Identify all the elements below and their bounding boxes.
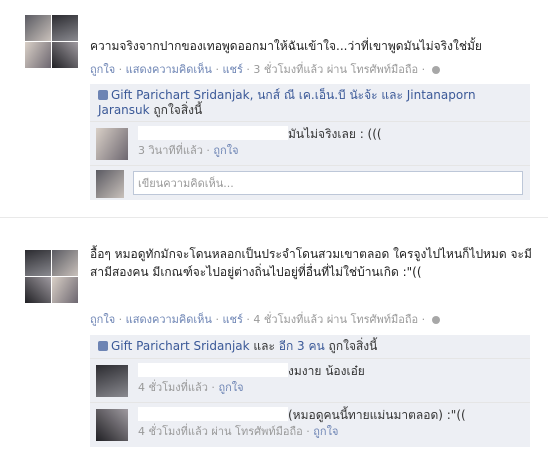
redacted-name [138, 363, 288, 377]
liker-link[interactable]: Gift Parichart Sridanjak [111, 339, 250, 353]
post-divider [0, 217, 548, 218]
feedback-box: Gift Parichart Sridanjak, นกส์ ณี เค.เอ็… [90, 84, 530, 200]
comment-link[interactable]: แสดงความคิดเห็น [126, 313, 212, 326]
likes-summary: Gift Parichart Sridanjak, นกส์ ณี เค.เอ็… [90, 84, 530, 122]
share-link[interactable]: แชร์ [222, 63, 242, 76]
comment-like-link[interactable]: ถูกใจ [213, 144, 238, 157]
thumbs-up-icon [98, 341, 108, 351]
profile-picture[interactable] [25, 250, 78, 303]
post-timestamp: · 4 ชั่วโมงที่แล้ว ผ่าน โทรศัพท์มือถือ · [242, 313, 429, 326]
post-meta: ถูกใจ · แสดงความคิดเห็น · แชร์ · 4 ชั่วโ… [90, 310, 440, 328]
comment-input[interactable] [133, 171, 523, 195]
feedback-box: Gift Parichart Sridanjak และ อีก 3 คน ถู… [90, 335, 530, 447]
comment-item: (หมอดูคนนี้ทายแม่นมาตลอด) :"(( 4 ชั่วโมง… [90, 403, 530, 447]
post-meta: ถูกใจ · แสดงความคิดเห็น · แชร์ · 3 ชั่วโ… [90, 60, 440, 78]
status-text: ความจริงจากปากของเทอพูดออกมาให้ฉันเข้าใจ… [90, 39, 482, 53]
redacted-name [138, 126, 288, 140]
thumbs-up-icon [98, 90, 108, 100]
comment-avatar[interactable] [96, 365, 128, 397]
comment-time: 3 วินาทีที่แล้ว [138, 144, 203, 157]
comment-text: งมงาย น้องเอ๋ย [288, 364, 365, 378]
likes-summary: Gift Parichart Sridanjak และ อีก 3 คน ถู… [90, 335, 530, 359]
comment-like-link[interactable]: ถูกใจ [218, 381, 243, 394]
profile-picture[interactable] [25, 15, 78, 68]
like-link[interactable]: ถูกใจ [90, 313, 115, 326]
comment-item: มันไม่จริงเลย : ((( 3 วินาทีที่แล้ว · ถู… [90, 122, 530, 166]
post-timestamp: · 3 ชั่วโมงที่แล้ว ผ่าน โทรศัพท์มือถือ · [242, 63, 429, 76]
status-text: อื้อๆ หมอดูทักมักจะโดนหลอกเป็นประจำโดนสว… [90, 247, 532, 279]
comment-text: (หมอดูคนนี้ทายแม่นมาตลอด) :"(( [288, 408, 466, 422]
globe-icon [431, 66, 440, 74]
comment-link[interactable]: แสดงความคิดเห็น [126, 63, 212, 76]
redacted-name [138, 407, 288, 421]
comment-like-link[interactable]: ถูกใจ [313, 425, 338, 438]
other-likers-link[interactable]: อีก 3 คน [279, 339, 325, 353]
comment-avatar[interactable] [96, 128, 128, 160]
comment-text: มันไม่จริงเลย : ((( [288, 127, 382, 141]
share-link[interactable]: แชร์ [222, 313, 242, 326]
globe-icon [431, 316, 440, 324]
like-link[interactable]: ถูกใจ [90, 63, 115, 76]
comment-composer [90, 166, 530, 200]
comment-time: 4 ชั่วโมงที่แล้ว ผ่าน โทรศัพท์มือถือ [138, 425, 303, 438]
viewer-avatar [96, 170, 124, 198]
comment-avatar[interactable] [96, 409, 128, 441]
comment-time: 4 ชั่วโมงที่แล้ว [138, 381, 208, 394]
comment-item: งมงาย น้องเอ๋ย 4 ชั่วโมงที่แล้ว · ถูกใจ [90, 359, 530, 403]
